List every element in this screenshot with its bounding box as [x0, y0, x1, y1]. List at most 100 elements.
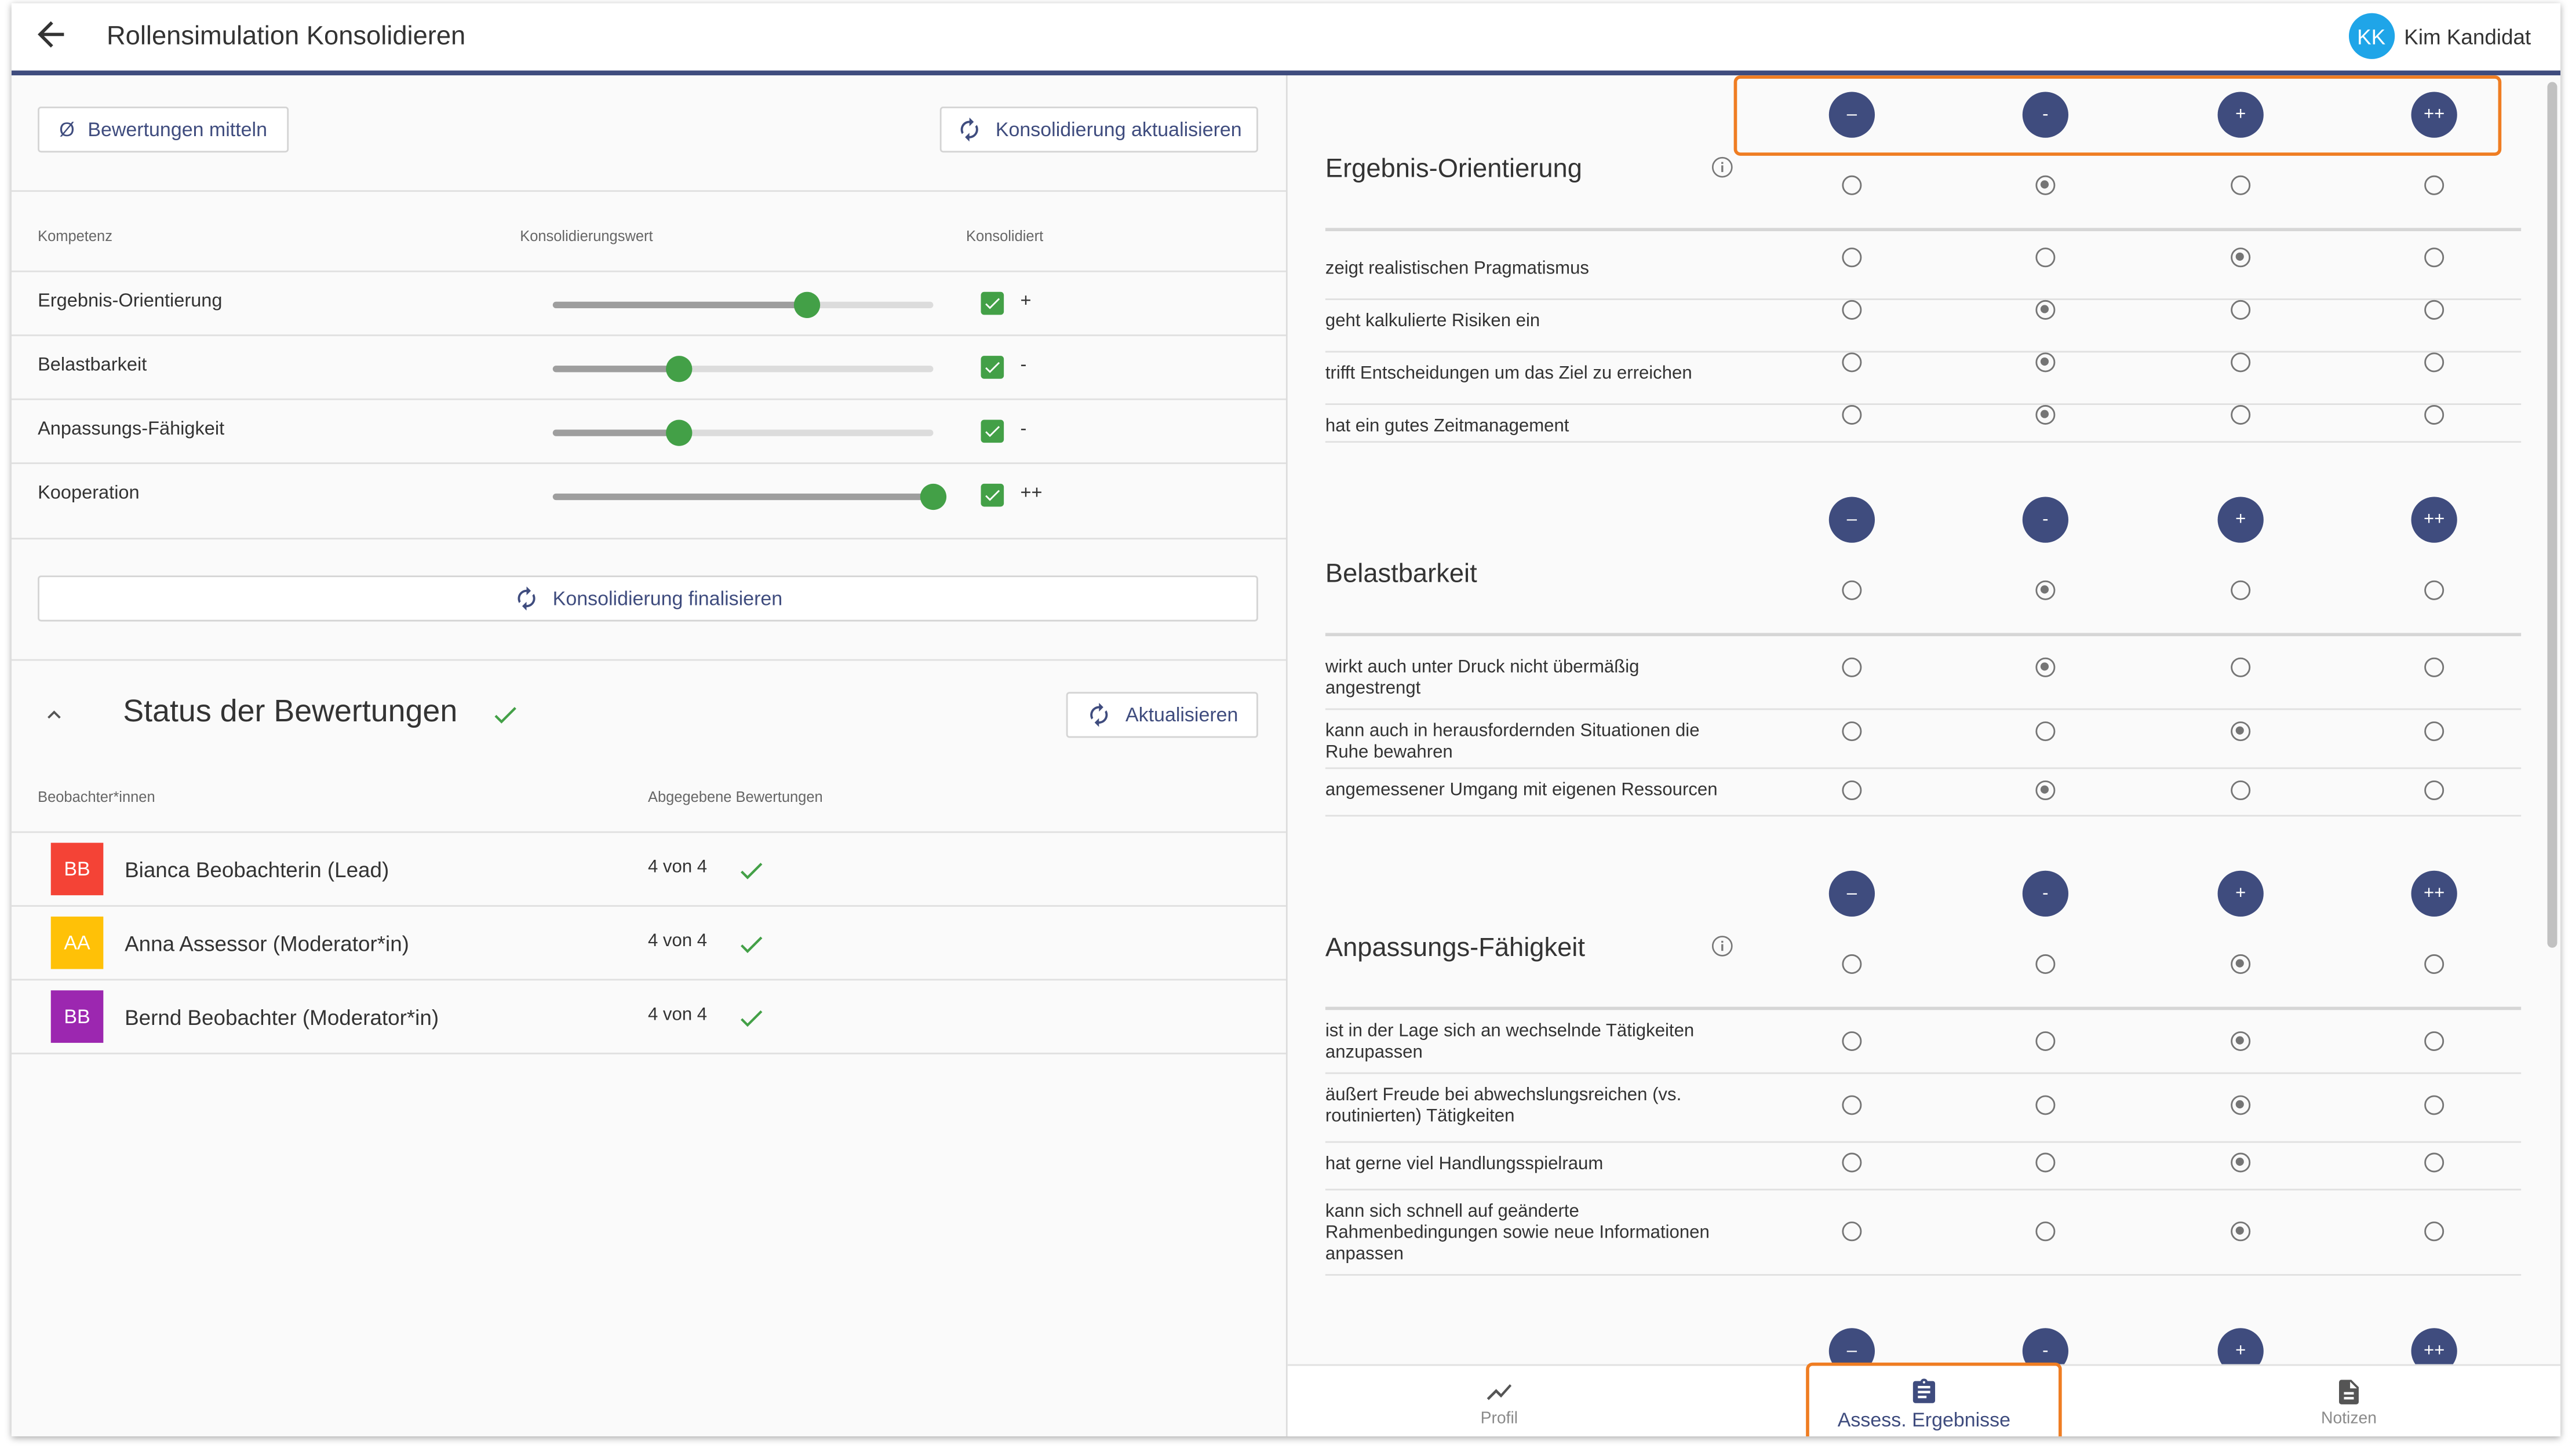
rating-radio-3[interactable] — [2231, 954, 2251, 975]
rating-radio-3[interactable] — [2231, 1095, 2251, 1115]
scale-button-2[interactable]: - — [2022, 1328, 2069, 1364]
rating-radio-2[interactable] — [2035, 580, 2056, 600]
rating-radio-3[interactable] — [2231, 352, 2251, 373]
rating-radio-2[interactable] — [2035, 1152, 2056, 1173]
slider-thumb[interactable] — [666, 356, 693, 382]
average-ratings-button[interactable]: Ø Bewertungen mitteln — [38, 106, 289, 153]
rating-radio-4[interactable] — [2424, 247, 2445, 268]
info-icon[interactable] — [1711, 156, 1734, 179]
rating-radio-1[interactable] — [1842, 721, 1862, 742]
scale-button-3[interactable]: + — [2217, 870, 2264, 917]
collapse-chevron-icon[interactable] — [41, 702, 67, 728]
rating-radio-2[interactable] — [2035, 405, 2056, 425]
rating-radio-3[interactable] — [2231, 580, 2251, 600]
rating-radio-1[interactable] — [1842, 657, 1862, 677]
rating-radio-4[interactable] — [2424, 1095, 2445, 1115]
rating-radio-1[interactable] — [1842, 1031, 1862, 1052]
rating-radio-2[interactable] — [2035, 657, 2056, 677]
rating-radio-3[interactable] — [2231, 780, 2251, 801]
slider-fill — [552, 493, 934, 501]
consolidation-slider[interactable] — [552, 356, 934, 382]
scrollbar[interactable] — [2547, 82, 2558, 948]
rating-radio-4[interactable] — [2424, 405, 2445, 425]
rating-radio-2[interactable] — [2035, 175, 2056, 195]
slider-thumb[interactable] — [793, 291, 820, 319]
scale-button-3[interactable]: + — [2217, 1328, 2264, 1364]
rating-radio-2[interactable] — [2035, 300, 2056, 320]
scale-button-2[interactable]: - — [2022, 870, 2069, 917]
scale-button-1[interactable]: – — [1828, 497, 1875, 543]
rating-radio-1[interactable] — [1842, 405, 1862, 425]
user-menu[interactable]: KK Kim Kandidat — [2348, 13, 2531, 59]
rating-radio-2[interactable] — [2035, 1095, 2056, 1115]
rating-radio-3[interactable] — [2231, 405, 2251, 425]
scale-button-1[interactable]: – — [1828, 870, 1875, 917]
consolidated-checkbox[interactable] — [981, 291, 1004, 315]
rating-radio-1[interactable] — [1842, 175, 1862, 195]
rating-radio-2[interactable] — [2035, 1031, 2056, 1052]
scale-button-4[interactable]: ++ — [2411, 1328, 2457, 1364]
back-arrow-icon[interactable] — [31, 14, 71, 54]
consolidated-checkbox[interactable] — [981, 483, 1004, 507]
rating-radio-3[interactable] — [2231, 300, 2251, 320]
slider-thumb[interactable] — [920, 483, 947, 510]
rating-radio-3[interactable] — [2231, 721, 2251, 742]
finalize-consolidation-button[interactable]: Konsolidierung finalisieren — [38, 575, 1258, 622]
consolidation-slider[interactable] — [552, 291, 934, 319]
refresh-status-button[interactable]: Aktualisieren — [1066, 692, 1258, 738]
rating-radio-4[interactable] — [2424, 954, 2445, 975]
rating-radio-1[interactable] — [1842, 1152, 1862, 1173]
section-end-divider — [1325, 441, 2522, 443]
row-divider — [1325, 708, 2522, 710]
consolidated-checkbox[interactable] — [981, 419, 1004, 443]
rating-radio-4[interactable] — [2424, 175, 2445, 195]
scale-button-4[interactable]: ++ — [2411, 497, 2457, 543]
rating-radio-4[interactable] — [2424, 721, 2445, 742]
info-icon[interactable] — [1711, 935, 1734, 958]
update-consolidation-button[interactable]: Konsolidierung aktualisieren — [939, 106, 1258, 153]
scale-button-3[interactable]: + — [2217, 497, 2264, 543]
nav-tab-notizen[interactable]: Notizen — [2234, 1366, 2464, 1436]
rating-radio-1[interactable] — [1842, 780, 1862, 801]
rating-radio-2[interactable] — [2035, 780, 2056, 801]
rating-radio-4[interactable] — [2424, 1152, 2445, 1173]
rating-radio-1[interactable] — [1842, 1095, 1862, 1115]
rating-radio-3[interactable] — [2231, 247, 2251, 268]
average-symbol-icon: Ø — [59, 118, 75, 141]
rating-radio-3[interactable] — [2231, 657, 2251, 677]
slider-thumb[interactable] — [666, 419, 693, 446]
rating-radio-4[interactable] — [2424, 657, 2445, 677]
rating-radio-4[interactable] — [2424, 352, 2445, 373]
rating-radio-1[interactable] — [1842, 1221, 1862, 1242]
consolidation-slider[interactable] — [552, 419, 934, 446]
rating-radio-4[interactable] — [2424, 1031, 2445, 1052]
rating-radio-4[interactable] — [2424, 300, 2445, 320]
nav-tab-profil[interactable]: Profil — [1385, 1366, 1614, 1436]
rating-radio-1[interactable] — [1842, 580, 1862, 600]
rating-radio-3[interactable] — [2231, 1221, 2251, 1242]
scale-button-4[interactable]: ++ — [2411, 870, 2457, 917]
observer-row: BB Bianca Beobachterin (Lead) 4 von 4 — [11, 833, 1286, 907]
scale-button-1[interactable]: – — [1828, 1328, 1875, 1364]
rating-radio-2[interactable] — [2035, 247, 2056, 268]
consolidated-checkbox[interactable] — [981, 356, 1004, 379]
row-divider — [1325, 351, 2522, 353]
rating-radio-2[interactable] — [2035, 954, 2056, 975]
criterion-text: hat gerne viel Handlungsspielraum — [1325, 1154, 1604, 1174]
user-avatar: KK — [2348, 13, 2395, 59]
rating-radio-3[interactable] — [2231, 175, 2251, 195]
rating-radio-1[interactable] — [1842, 247, 1862, 268]
rating-radio-4[interactable] — [2424, 1221, 2445, 1242]
scale-button-2[interactable]: - — [2022, 497, 2069, 543]
rating-radio-3[interactable] — [2231, 1031, 2251, 1052]
rating-radio-2[interactable] — [2035, 1221, 2056, 1242]
consolidation-slider[interactable] — [552, 483, 947, 510]
rating-radio-1[interactable] — [1842, 300, 1862, 320]
rating-radio-1[interactable] — [1842, 352, 1862, 373]
rating-radio-1[interactable] — [1842, 954, 1862, 975]
rating-radio-2[interactable] — [2035, 352, 2056, 373]
rating-radio-2[interactable] — [2035, 721, 2056, 742]
rating-radio-3[interactable] — [2231, 1152, 2251, 1173]
rating-radio-4[interactable] — [2424, 580, 2445, 600]
rating-radio-4[interactable] — [2424, 780, 2445, 801]
